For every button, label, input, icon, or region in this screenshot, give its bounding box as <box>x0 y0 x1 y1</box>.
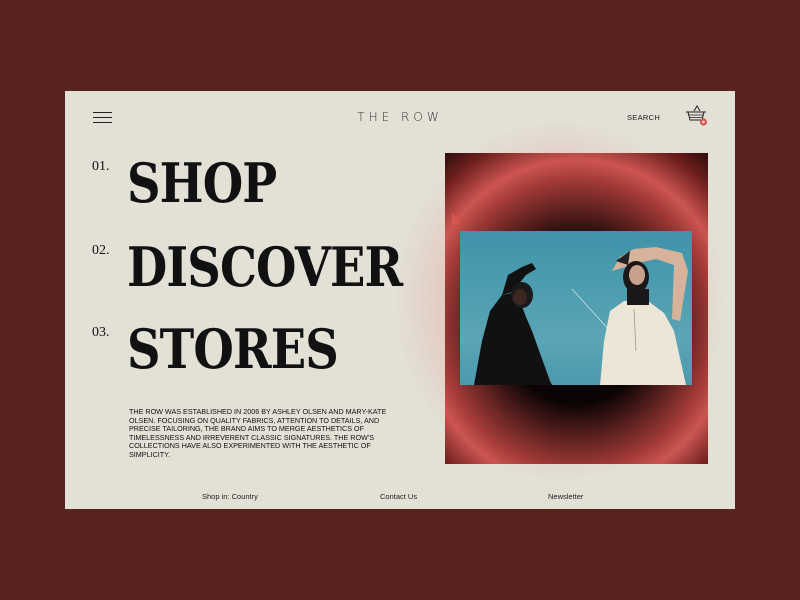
menu-label-stores[interactable]: STORES <box>127 319 339 379</box>
menu-number: 01. <box>92 159 110 174</box>
menu-number: 03. <box>92 325 110 340</box>
menu-label-discover[interactable]: DISCOVER <box>127 237 403 297</box>
menu-item-stores[interactable]: 03. STORES <box>92 319 372 379</box>
models-photo <box>460 231 692 385</box>
contact-us-link[interactable]: Contact Us <box>380 492 417 501</box>
hero-image-frame <box>445 153 708 464</box>
newsletter-link[interactable]: Newsletter <box>548 492 583 501</box>
pointer-cursor-icon <box>451 211 463 225</box>
basket-icon[interactable] <box>685 105 709 127</box>
menu-number: 02. <box>92 243 110 258</box>
landing-page: THE ROW SEARCH 01. SHOP 02. DISCOVER 03.… <box>65 91 735 509</box>
search-link[interactable]: SEARCH <box>627 113 660 122</box>
menu-item-discover[interactable]: 02. DISCOVER <box>92 237 447 297</box>
menu-label-shop[interactable]: SHOP <box>127 153 277 213</box>
menu-item-shop[interactable]: 01. SHOP <box>92 153 301 213</box>
shop-in-country-link[interactable]: Shop in: Country <box>202 492 258 501</box>
about-text: THE ROW WAS ESTABLISHED IN 2006 BY ASHLE… <box>129 407 387 459</box>
